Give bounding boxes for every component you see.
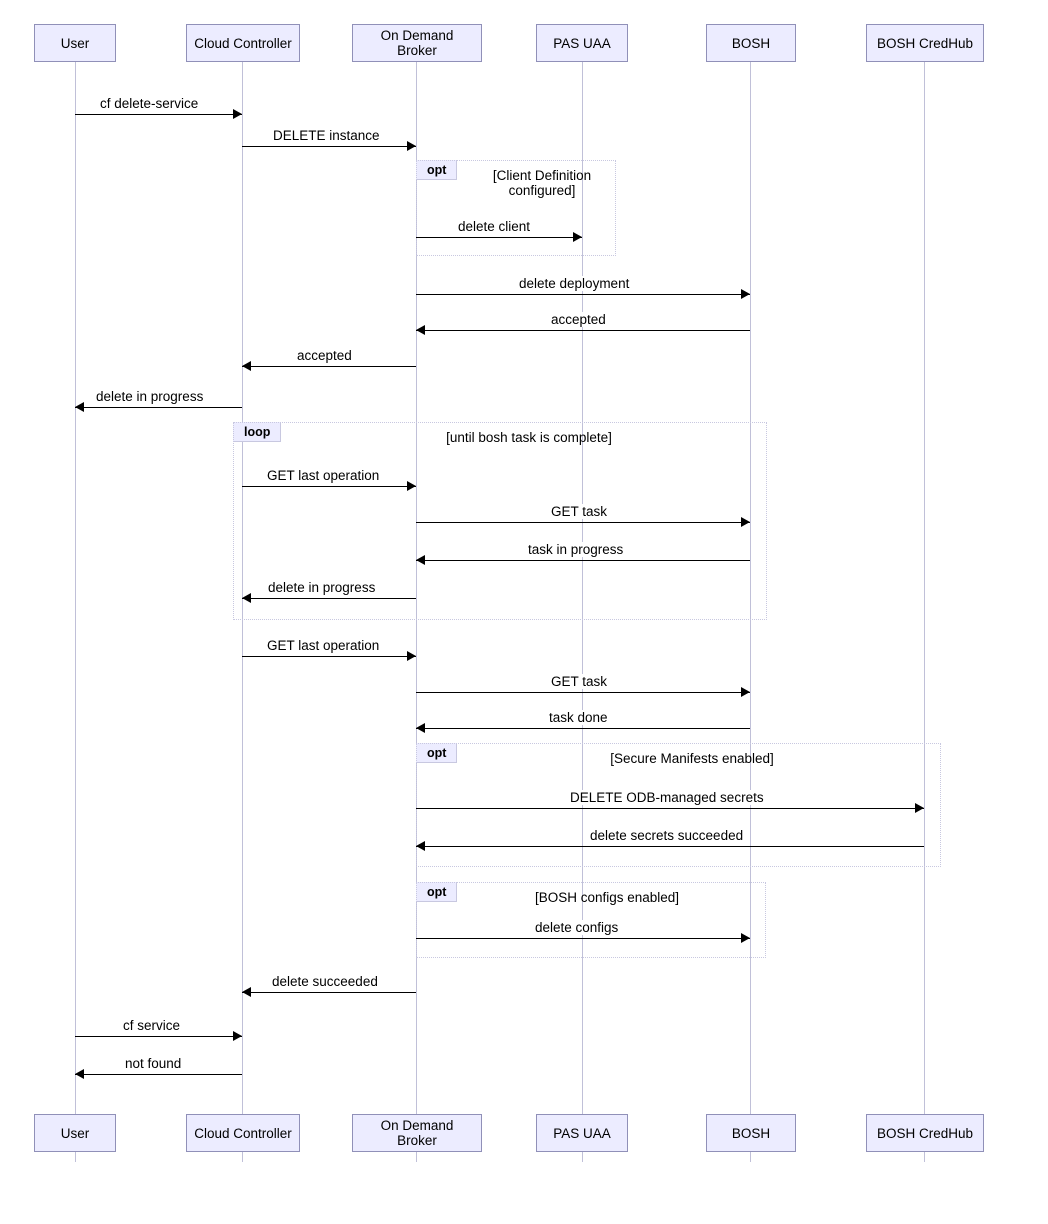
msg-delete-succeeded: delete succeeded xyxy=(272,974,378,989)
msg-delete-deployment: delete deployment xyxy=(519,276,629,291)
msg-delete-in-progress-2: delete in progress xyxy=(268,580,375,595)
fragment-guard-opt2: [Secure Manifests enabled] xyxy=(592,751,792,766)
participant-bosh-credhub-bottom: BOSH CredHub xyxy=(866,1114,984,1152)
msg-not-found: not found xyxy=(125,1056,181,1071)
lifeline-user xyxy=(75,62,76,1162)
msg-cf-delete-service: cf delete-service xyxy=(100,96,198,111)
msg-delete-configs: delete configs xyxy=(535,920,618,935)
participant-user-bottom: User xyxy=(34,1114,116,1152)
participant-cloud-controller-top: Cloud Controller xyxy=(186,24,300,62)
fragment-opt-secure-manifests: opt [Secure Manifests enabled] xyxy=(416,743,941,867)
fragment-tag-opt1: opt xyxy=(416,160,457,180)
msg-get-last-op-1: GET last operation xyxy=(267,468,379,483)
fragment-opt-client-definition: opt [Client Definition configured] xyxy=(416,160,616,256)
msg-cf-service: cf service xyxy=(123,1018,180,1033)
msg-delete-instance: DELETE instance xyxy=(273,128,380,143)
msg-get-task-2: GET task xyxy=(551,674,607,689)
msg-get-last-op-2: GET last operation xyxy=(267,638,379,653)
participant-on-demand-broker-top: On Demand Broker xyxy=(352,24,482,62)
participant-pas-uaa-top: PAS UAA xyxy=(536,24,628,62)
fragment-guard-opt3: [BOSH configs enabled] xyxy=(517,890,697,905)
msg-delete-client: delete client xyxy=(458,219,530,234)
participant-cloud-controller-bottom: Cloud Controller xyxy=(186,1114,300,1152)
msg-task-in-progress: task in progress xyxy=(528,542,623,557)
fragment-tag-opt3: opt xyxy=(416,882,457,902)
msg-accepted-2: accepted xyxy=(297,348,352,363)
participant-on-demand-broker-bottom: On Demand Broker xyxy=(352,1114,482,1152)
participant-pas-uaa-bottom: PAS UAA xyxy=(536,1114,628,1152)
fragment-guard-loop: [until bosh task is complete] xyxy=(419,430,639,445)
participant-bosh-top: BOSH xyxy=(706,24,796,62)
msg-get-task-1: GET task xyxy=(551,504,607,519)
lifeline-bosh-credhub xyxy=(924,62,925,1162)
msg-delete-in-progress-1: delete in progress xyxy=(96,389,203,404)
fragment-tag-opt2: opt xyxy=(416,743,457,763)
msg-task-done: task done xyxy=(549,710,608,725)
fragment-tag-loop: loop xyxy=(233,422,281,442)
fragment-guard-opt1: [Client Definition configured] xyxy=(467,168,617,198)
msg-delete-secrets-succeeded: delete secrets succeeded xyxy=(590,828,743,843)
participant-bosh-bottom: BOSH xyxy=(706,1114,796,1152)
participant-user-top: User xyxy=(34,24,116,62)
sequence-diagram: User Cloud Controller On Demand Broker P… xyxy=(0,0,1048,1224)
participant-bosh-credhub-top: BOSH CredHub xyxy=(866,24,984,62)
msg-delete-odb-secrets: DELETE ODB-managed secrets xyxy=(570,790,764,805)
msg-accepted-1: accepted xyxy=(551,312,606,327)
